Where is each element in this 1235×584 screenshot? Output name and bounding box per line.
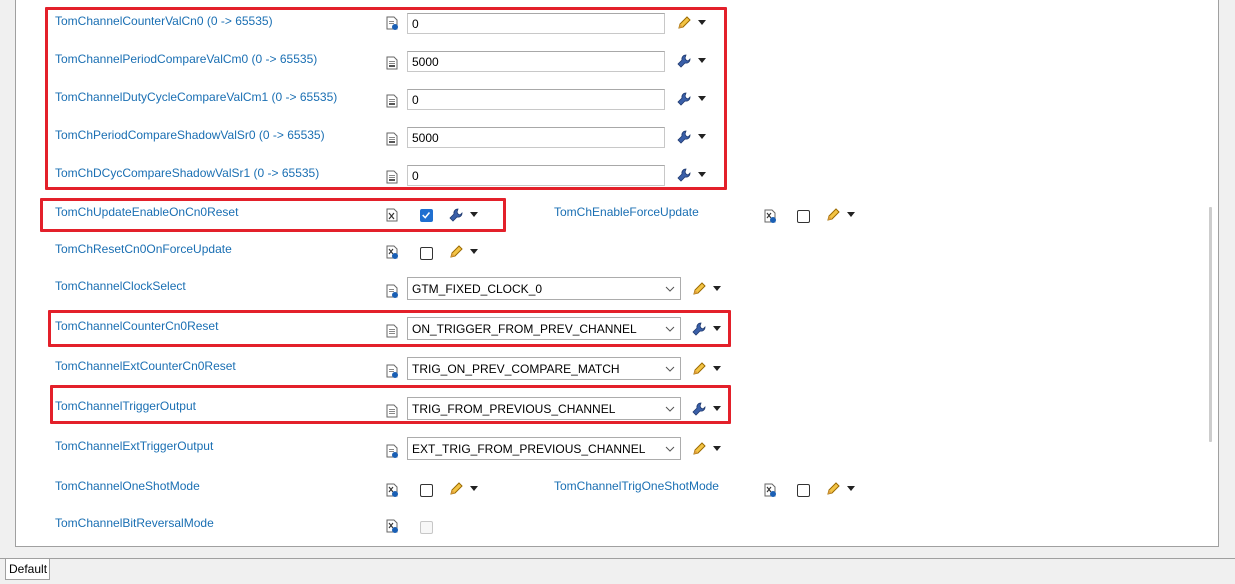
pencil-icon[interactable] — [825, 481, 841, 497]
highlight-box-counter-values — [45, 7, 727, 190]
chevron-down-icon[interactable] — [470, 249, 478, 255]
chevron-down-icon — [665, 366, 675, 372]
clock-select-dropdown[interactable]: GTM_FIXED_CLOCK_0 — [407, 277, 681, 300]
label-clock-select: TomChannelClockSelect — [55, 279, 186, 293]
highlight-box-counter-cn0-reset — [48, 310, 731, 347]
bool-calc-file-icon — [386, 483, 398, 497]
chevron-down-icon[interactable] — [713, 446, 721, 452]
pencil-icon[interactable] — [691, 281, 707, 297]
ext-counter-cn0-reset-value: TRIG_ON_PREV_COMPARE_MATCH — [412, 362, 620, 376]
highlight-box-update-enable — [40, 198, 506, 232]
label-enable-force-update: TomChEnableForceUpdate — [554, 205, 699, 219]
chevron-down-icon[interactable] — [713, 286, 721, 292]
bool-calc-file-icon — [386, 245, 398, 259]
chevron-down-icon — [665, 286, 675, 292]
trig-one-shot-mode-checkbox[interactable] — [797, 484, 810, 497]
one-shot-mode-checkbox[interactable] — [420, 484, 433, 497]
bool-calc-file-icon — [764, 209, 776, 223]
label-bit-reversal-mode: TomChannelBitReversalMode — [55, 516, 214, 530]
tab-strip-border — [0, 558, 1235, 559]
chevron-down-icon[interactable] — [470, 486, 478, 492]
tab-default[interactable]: Default — [5, 559, 50, 580]
chevron-down-icon[interactable] — [847, 486, 855, 492]
pencil-icon[interactable] — [691, 361, 707, 377]
chevron-down-icon — [665, 446, 675, 452]
vertical-scrollbar[interactable] — [1209, 207, 1212, 442]
pencil-icon[interactable] — [825, 207, 841, 223]
clock-select-value: GTM_FIXED_CLOCK_0 — [412, 282, 543, 296]
calc-file-icon — [386, 444, 398, 458]
bool-calc-file-icon — [764, 483, 776, 497]
label-ext-counter-cn0-reset: TomChannelExtCounterCn0Reset — [55, 359, 236, 373]
chevron-down-icon[interactable] — [713, 366, 721, 372]
bit-reversal-mode-checkbox — [420, 521, 433, 534]
label-reset-cn0-on-force-update: TomChResetCn0OnForceUpdate — [55, 242, 232, 256]
pencil-icon[interactable] — [691, 441, 707, 457]
pencil-icon[interactable] — [448, 244, 464, 260]
calc-file-icon — [386, 364, 398, 378]
calc-file-icon — [386, 284, 398, 298]
bool-calc-file-icon — [386, 519, 398, 533]
enable-force-update-checkbox[interactable] — [797, 210, 810, 223]
chevron-down-icon[interactable] — [847, 212, 855, 218]
ext-trigger-output-value: EXT_TRIG_FROM_PREVIOUS_CHANNEL — [412, 442, 646, 456]
reset-cn0-on-force-update-checkbox[interactable] — [420, 247, 433, 260]
ext-trigger-output-dropdown[interactable]: EXT_TRIG_FROM_PREVIOUS_CHANNEL — [407, 437, 681, 460]
label-one-shot-mode: TomChannelOneShotMode — [55, 479, 200, 493]
ext-counter-cn0-reset-dropdown[interactable]: TRIG_ON_PREV_COMPARE_MATCH — [407, 357, 681, 380]
label-ext-trigger-output: TomChannelExtTriggerOutput — [55, 439, 214, 453]
label-trig-one-shot-mode: TomChannelTrigOneShotMode — [554, 479, 719, 493]
pencil-icon[interactable] — [448, 481, 464, 497]
highlight-box-trigger-output — [50, 385, 731, 424]
